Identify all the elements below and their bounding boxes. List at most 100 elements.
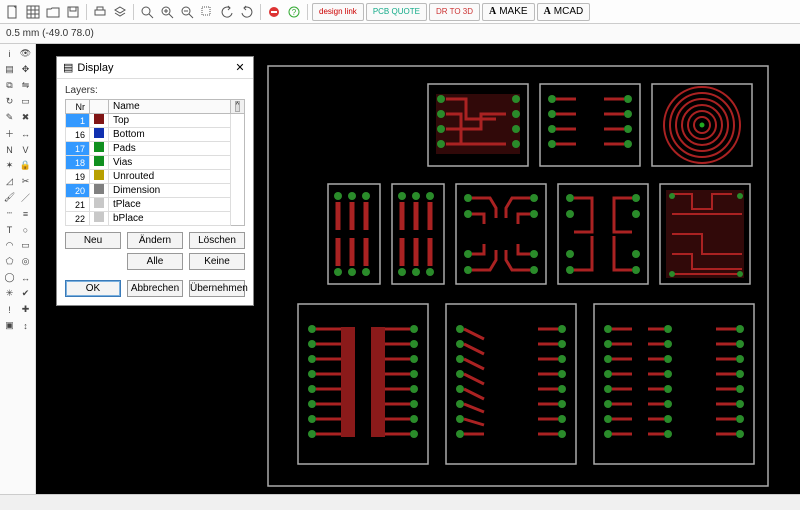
- scrollbar[interactable]: ^: [230, 100, 244, 114]
- design-link-button[interactable]: design link: [312, 3, 364, 21]
- file-icon[interactable]: [4, 3, 22, 21]
- layer-name: Pads: [109, 142, 231, 156]
- dialog-titlebar[interactable]: ▤Display ✕: [57, 57, 253, 79]
- grid-icon[interactable]: [24, 3, 42, 21]
- col-color[interactable]: [90, 100, 109, 114]
- svg-text:?: ?: [292, 8, 297, 17]
- tool-sel[interactable]: ▣: [2, 318, 17, 333]
- tool-drc[interactable]: ✔: [18, 286, 33, 301]
- tool-palette: i👁▤✥⧉⇋↻▭✎✖＋↔NV✶🔒◿✂🖌／┄≡T○◠▭⬠◎◯↔✳✔!✚▣↕: [0, 44, 36, 494]
- change-button[interactable]: Ändern: [127, 232, 183, 249]
- tool-mark[interactable]: ✚: [18, 302, 33, 317]
- tool-move[interactable]: ✥: [18, 62, 33, 77]
- tool-line[interactable]: ／: [18, 190, 33, 205]
- layer-name: tPlace: [109, 198, 231, 212]
- display-dialog: ▤Display ✕ Layers: Nr Name ^ 1 Top16Botto…: [56, 56, 254, 306]
- layer-name: bPlace: [109, 212, 231, 226]
- tool-text[interactable]: T: [2, 222, 17, 237]
- tool-dim[interactable]: ↔: [18, 270, 33, 285]
- open-icon[interactable]: [44, 3, 62, 21]
- zoom-out-icon[interactable]: [178, 3, 196, 21]
- layer-nr: 22: [66, 212, 90, 226]
- layer-row[interactable]: 19Unrouted: [66, 170, 245, 184]
- tool-name[interactable]: N: [2, 142, 17, 157]
- redo-icon[interactable]: [238, 3, 256, 21]
- tool-paint[interactable]: 🖌: [2, 190, 17, 205]
- col-nr[interactable]: Nr: [66, 100, 90, 114]
- tool-lock[interactable]: 🔒: [18, 158, 33, 173]
- layer-nr: 1: [66, 114, 90, 128]
- tool-value[interactable]: V: [18, 142, 33, 157]
- tool-arc[interactable]: ◠: [2, 238, 17, 253]
- tool-meas[interactable]: ↕: [18, 318, 33, 333]
- tool-delete[interactable]: ✖: [18, 110, 33, 125]
- dr-to-3d-button[interactable]: DR TO 3D: [429, 3, 480, 21]
- pcb-quote-button[interactable]: PCB QUOTE: [366, 3, 427, 21]
- layers-table[interactable]: Nr Name ^ 1 Top16Bottom17Pads18Vias19Unro…: [65, 99, 245, 226]
- col-name[interactable]: Name: [109, 100, 231, 114]
- save-icon[interactable]: [64, 3, 82, 21]
- footer-bar: [0, 494, 800, 510]
- mcad-button[interactable]: AMCAD: [537, 3, 591, 21]
- separator: [133, 4, 134, 20]
- tool-ratsnest[interactable]: ✳: [2, 286, 17, 301]
- layers-icon[interactable]: [111, 3, 129, 21]
- tool-replace[interactable]: ↔: [18, 126, 33, 141]
- main-toolbar: ? design link PCB QUOTE DR TO 3D AMAKE A…: [0, 0, 800, 24]
- tool-edit[interactable]: ✎: [2, 110, 17, 125]
- tool-rotate[interactable]: ↻: [2, 94, 17, 109]
- undo-icon[interactable]: [218, 3, 236, 21]
- tool-dline[interactable]: ┄: [2, 206, 17, 221]
- coordinates-readout: 0.5 mm (-49.0 78.0): [6, 28, 94, 39]
- tool-layer[interactable]: ▤: [2, 62, 17, 77]
- layer-row[interactable]: 18Vias: [66, 156, 245, 170]
- layer-nr: 21: [66, 198, 90, 212]
- zoom-fit-icon[interactable]: [138, 3, 156, 21]
- tool-eye[interactable]: 👁: [18, 46, 33, 61]
- tool-smash[interactable]: ✶: [2, 158, 17, 173]
- tool-poly[interactable]: ⬠: [2, 254, 17, 269]
- stop-icon[interactable]: [265, 3, 283, 21]
- layer-color-swatch: [90, 156, 109, 170]
- ok-button[interactable]: OK: [65, 280, 121, 297]
- layer-row[interactable]: 1 Top: [66, 114, 245, 128]
- layer-row[interactable]: 20Dimension: [66, 184, 245, 198]
- layers-label: Layers:: [65, 85, 245, 96]
- tool-add[interactable]: ＋: [2, 126, 17, 141]
- apply-button[interactable]: Übernehmen: [189, 280, 245, 297]
- layer-name: Top: [109, 114, 231, 128]
- cancel-button[interactable]: Abbrechen: [127, 280, 183, 297]
- tool-mirror[interactable]: ⇋: [18, 78, 33, 93]
- layer-color-swatch: [90, 142, 109, 156]
- tool-circle[interactable]: ○: [18, 222, 33, 237]
- make-button[interactable]: AMAKE: [482, 3, 535, 21]
- tool-rect[interactable]: ▭: [18, 238, 33, 253]
- close-icon[interactable]: ✕: [233, 61, 247, 75]
- zoom-in-icon[interactable]: [158, 3, 176, 21]
- tool-group[interactable]: ▭: [18, 94, 33, 109]
- all-button[interactable]: Alle: [127, 253, 183, 270]
- delete-button[interactable]: Löschen: [189, 232, 245, 249]
- tool-split[interactable]: ✂: [18, 174, 33, 189]
- none-button[interactable]: Keine: [189, 253, 245, 270]
- new-button[interactable]: Neu: [65, 232, 121, 249]
- dialog-buttons: Neu Ändern Löschen Alle Keine OK Abbrech…: [65, 232, 245, 297]
- layer-row[interactable]: 16Bottom: [66, 128, 245, 142]
- tool-hole[interactable]: ◯: [2, 270, 17, 285]
- layer-color-swatch: [90, 114, 109, 128]
- separator: [86, 4, 87, 20]
- tool-copy[interactable]: ⧉: [2, 78, 17, 93]
- tool-miter[interactable]: ◿: [2, 174, 17, 189]
- layer-nr: 16: [66, 128, 90, 142]
- layer-row[interactable]: 21 tPlace: [66, 198, 245, 212]
- print-icon[interactable]: [91, 3, 109, 21]
- tool-errors[interactable]: !: [2, 302, 17, 317]
- help-icon[interactable]: ?: [285, 3, 303, 21]
- zoom-select-icon[interactable]: [198, 3, 216, 21]
- tool-wire[interactable]: ≡: [18, 206, 33, 221]
- layer-row[interactable]: 17Pads: [66, 142, 245, 156]
- tool-via[interactable]: ◎: [18, 254, 33, 269]
- layer-row[interactable]: 22 bPlace: [66, 212, 245, 226]
- layer-nr: 18: [66, 156, 90, 170]
- tool-info[interactable]: i: [2, 46, 17, 61]
